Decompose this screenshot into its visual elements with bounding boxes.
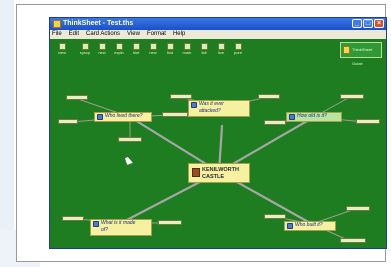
- window-title: ThinkSheet - Test.ths: [63, 20, 134, 27]
- map-canvas[interactable]: view syscp new expln hint new find mark …: [50, 39, 386, 248]
- card-label-line1: What is it made: [101, 220, 136, 226]
- sub-card[interactable]: [264, 120, 286, 125]
- card-icon: [93, 221, 99, 227]
- card-attacked[interactable]: Was it ever attacked?: [188, 100, 250, 117]
- menu-bar: File Edit Card Actions View Format Help: [50, 30, 386, 39]
- sub-card[interactable]: [170, 94, 192, 99]
- menu-view[interactable]: View: [127, 30, 140, 39]
- center-card-kenilworth[interactable]: KENILWORTH CASTLE: [188, 163, 250, 183]
- sub-card[interactable]: [118, 137, 142, 142]
- menu-edit[interactable]: Edit: [69, 30, 79, 39]
- card-who-built[interactable]: Who built it?: [284, 221, 336, 231]
- sub-card[interactable]: [58, 119, 78, 124]
- screenshot-frame: ThinkSheet - Test.ths _ □ × File Edit Ca…: [16, 4, 387, 262]
- card-label-line2: of?: [101, 227, 108, 233]
- card-label-line2: attacked?: [199, 108, 221, 114]
- sub-card[interactable]: [158, 220, 182, 225]
- app-icon: [53, 20, 61, 28]
- card-icon: [97, 114, 103, 120]
- sub-card[interactable]: [356, 119, 380, 124]
- minimize-icon[interactable]: _: [352, 19, 362, 28]
- card-made-of[interactable]: What is it made of?: [90, 219, 152, 236]
- maximize-icon[interactable]: □: [363, 19, 373, 28]
- sub-card[interactable]: [346, 206, 370, 211]
- close-icon[interactable]: ×: [374, 19, 384, 28]
- sub-card[interactable]: [162, 112, 188, 117]
- castle-icon: [192, 168, 200, 177]
- card-label-line1: Was it ever: [199, 101, 224, 107]
- menu-format[interactable]: Format: [147, 30, 166, 39]
- sub-card[interactable]: [66, 95, 88, 100]
- menu-help[interactable]: Help: [173, 30, 185, 39]
- sub-card[interactable]: [258, 94, 280, 99]
- card-label: Who lived there?: [105, 113, 143, 119]
- card-who-lived[interactable]: Who lived there?: [94, 112, 152, 122]
- sub-card[interactable]: [62, 216, 84, 221]
- sub-card[interactable]: [340, 94, 364, 99]
- sub-card[interactable]: [264, 214, 286, 219]
- card-icon: [289, 114, 295, 120]
- window-controls: _ □ ×: [352, 19, 384, 28]
- card-icon: [287, 223, 293, 229]
- center-label-line1: KENILWORTH: [202, 167, 239, 173]
- card-icon: [191, 102, 197, 108]
- connector-lines: [71, 96, 365, 242]
- card-how-old[interactable]: How old is it?: [286, 112, 342, 122]
- left-background-strip: [0, 0, 14, 267]
- title-bar[interactable]: ThinkSheet - Test.ths _ □ ×: [50, 18, 386, 30]
- center-label-line2: CASTLE: [202, 174, 224, 180]
- menu-card-actions[interactable]: Card Actions: [86, 30, 120, 39]
- menu-file[interactable]: File: [52, 30, 62, 39]
- app-window: ThinkSheet - Test.ths _ □ × File Edit Ca…: [49, 17, 387, 249]
- sub-card[interactable]: [340, 238, 366, 243]
- card-label: How old is it?: [297, 113, 327, 119]
- card-label: Who built it?: [295, 222, 323, 228]
